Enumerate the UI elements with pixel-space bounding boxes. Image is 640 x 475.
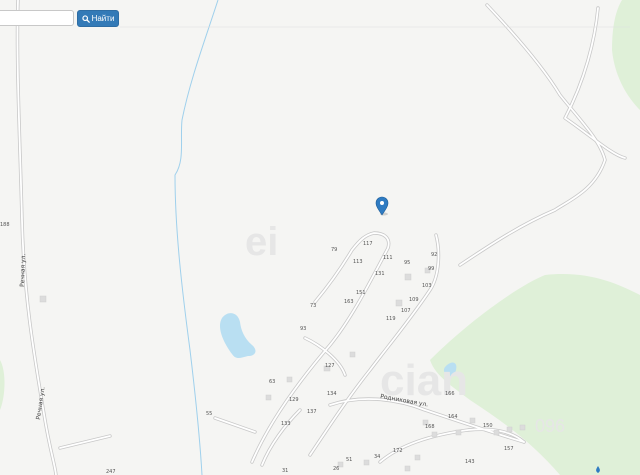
- search-button-label: Найти: [91, 14, 115, 23]
- svg-text:31: 31: [282, 468, 288, 474]
- svg-text:247: 247: [106, 469, 116, 475]
- svg-text:129: 129: [289, 397, 299, 403]
- svg-text:73: 73: [310, 303, 316, 309]
- svg-text:143: 143: [465, 459, 475, 465]
- svg-text:99: 99: [428, 266, 434, 272]
- svg-text:166: 166: [445, 391, 455, 397]
- watermark-phone: 096: [535, 416, 565, 436]
- svg-text:92: 92: [431, 252, 437, 258]
- svg-text:103: 103: [422, 283, 432, 289]
- svg-text:157: 157: [504, 446, 514, 452]
- svg-text:137: 137: [307, 409, 317, 415]
- map-canvas[interactable]: cian 096 ei Речная ул. Речная ул. Родник…: [0, 0, 640, 475]
- svg-text:164: 164: [448, 414, 458, 420]
- svg-text:51: 51: [346, 457, 352, 463]
- svg-text:168: 168: [425, 424, 435, 430]
- svg-text:95: 95: [404, 260, 410, 266]
- svg-text:63: 63: [269, 379, 275, 385]
- svg-text:93: 93: [300, 326, 306, 332]
- svg-text:150: 150: [483, 423, 493, 429]
- svg-text:34: 34: [374, 454, 380, 460]
- svg-text:109: 109: [409, 297, 419, 303]
- svg-text:133: 133: [281, 421, 291, 427]
- svg-text:188: 188: [0, 222, 10, 228]
- street-label-rechnaya: Речная ул.: [19, 253, 27, 287]
- svg-text:107: 107: [401, 308, 411, 314]
- search-icon: [81, 14, 90, 23]
- svg-text:172: 172: [393, 448, 403, 454]
- search-input[interactable]: [0, 10, 74, 26]
- svg-text:26: 26: [333, 466, 339, 472]
- search-button[interactable]: Найти: [77, 10, 119, 27]
- svg-text:55: 55: [206, 411, 212, 417]
- svg-text:117: 117: [363, 241, 373, 247]
- svg-text:134: 134: [327, 391, 337, 397]
- svg-text:127: 127: [325, 363, 335, 369]
- svg-text:113: 113: [353, 259, 363, 265]
- svg-text:163: 163: [344, 299, 354, 305]
- svg-text:131: 131: [375, 271, 385, 277]
- svg-text:111: 111: [383, 255, 393, 261]
- svg-text:119: 119: [386, 316, 396, 322]
- svg-text:79: 79: [331, 247, 337, 253]
- svg-text:151: 151: [356, 290, 366, 296]
- watermark-logo: ei: [245, 220, 278, 264]
